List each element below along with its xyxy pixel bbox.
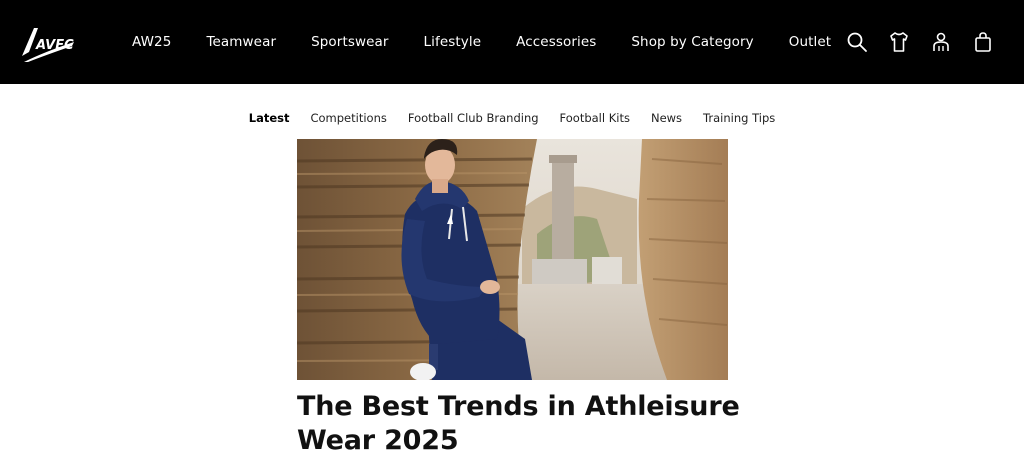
nav-item-sportswear[interactable]: Sportswear [311,34,388,50]
brand-logo[interactable]: AVEC [20,22,76,64]
nav-item-outlet[interactable]: Outlet [789,34,831,50]
nav-item-teamwear[interactable]: Teamwear [206,34,276,50]
account-icon[interactable] [930,31,952,53]
search-icon[interactable] [846,31,868,53]
nav-item-accessories[interactable]: Accessories [516,34,596,50]
category-latest[interactable]: Latest [249,111,290,125]
nav-item-lifestyle[interactable]: Lifestyle [424,34,482,50]
category-football-club-branding[interactable]: Football Club Branding [408,111,539,125]
nav-item-aw25[interactable]: AW25 [132,34,171,50]
nav-item-shop-by-category[interactable]: Shop by Category [631,34,753,50]
shirt-icon[interactable] [888,31,910,53]
article-title[interactable]: The Best Trends in Athleisure Wear 2025 [297,390,757,458]
category-competitions[interactable]: Competitions [310,111,386,125]
header-actions [846,0,994,84]
athleisure-photo [297,139,728,380]
site-header: AVEC AW25 Teamwear Sportswear Lifestyle … [0,0,1024,84]
blog-category-nav: Latest Competitions Football Club Brandi… [0,108,1024,128]
article-hero-image[interactable] [297,139,728,380]
main-nav: AW25 Teamwear Sportswear Lifestyle Acces… [132,0,831,84]
svg-text:AVEC: AVEC [35,38,74,53]
category-football-kits[interactable]: Football Kits [560,111,630,125]
category-training-tips[interactable]: Training Tips [703,111,775,125]
category-news[interactable]: News [651,111,682,125]
avec-logo-icon: AVEC [22,28,74,62]
bag-icon[interactable] [972,31,994,53]
